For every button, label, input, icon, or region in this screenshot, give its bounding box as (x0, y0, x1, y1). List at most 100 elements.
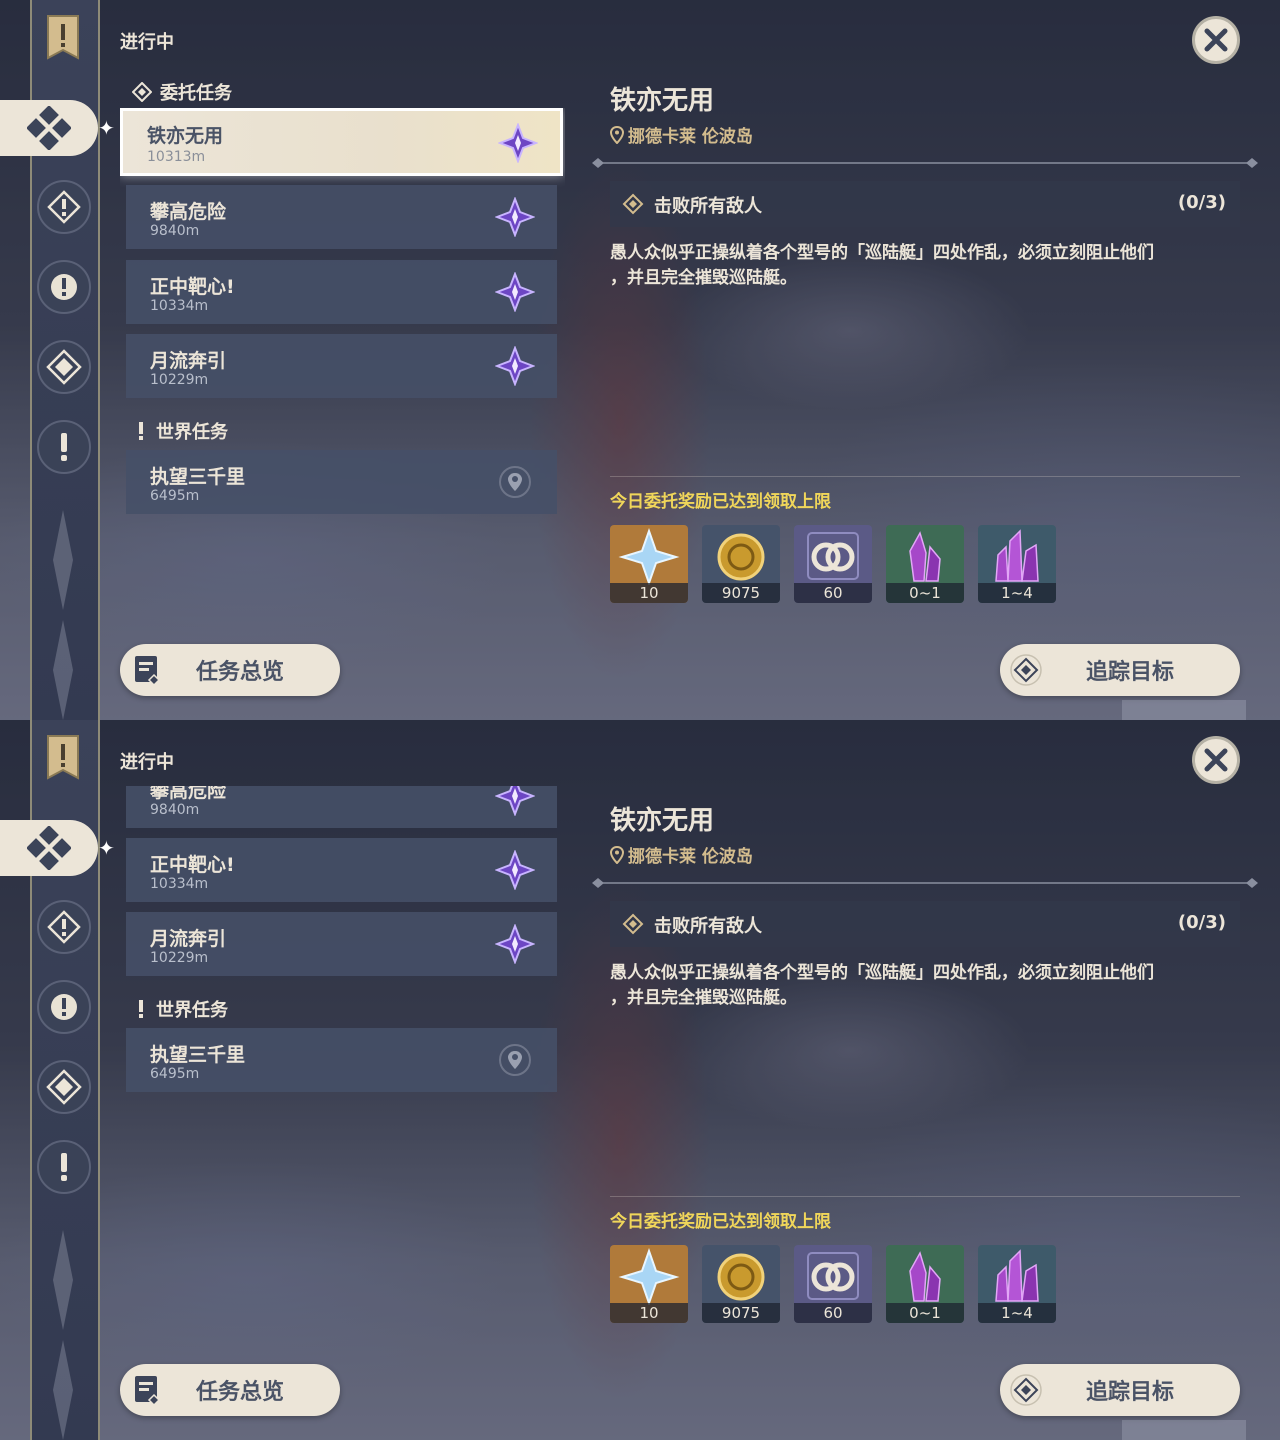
quest-name: 铁亦无用 (147, 125, 224, 147)
quest-detail-title: 铁亦无用 (610, 86, 715, 116)
archon-quest-tab[interactable] (37, 900, 91, 954)
reward-mora[interactable]: 9075 (702, 525, 780, 603)
close-button[interactable] (1192, 736, 1240, 784)
quest-item[interactable]: 正中靶心! 10334m (126, 838, 557, 902)
event-quest-tab[interactable] (37, 1060, 91, 1114)
story-quest-tab[interactable] (37, 980, 91, 1034)
companionship-exp-icon (807, 532, 859, 580)
quest-item-world[interactable]: 执望三千里 6495m (126, 1028, 557, 1092)
status-heading: 进行中 (120, 752, 174, 773)
world-quest-icon (61, 433, 67, 461)
quest-overview-button[interactable]: 任务总览 (120, 644, 340, 696)
reward-count: 60 (794, 1303, 872, 1323)
world-quest-icon (61, 1153, 67, 1181)
world-quest-tab[interactable] (37, 420, 91, 474)
archon-quest-tab[interactable] (37, 180, 91, 234)
quest-name: 月流奔引 (150, 928, 227, 950)
objective-bar: 击败所有敌人 (0/3) (610, 901, 1240, 947)
exclamation-icon (51, 274, 77, 300)
reward-divider (610, 1196, 1240, 1197)
reward-count: 10 (610, 1303, 688, 1323)
quest-distance: 10229m (150, 372, 209, 388)
section-world-label: 世界任务 (156, 1000, 228, 1021)
quest-description-line: ，并且完全摧毁巡陆艇。 (610, 988, 797, 1008)
quest-name: 攀高危险 (150, 201, 227, 223)
section-world: 世界任务 (134, 996, 228, 1022)
quest-log-icon (135, 656, 161, 687)
commission-star-icon (495, 272, 535, 312)
sparkle-icon: ✦ (98, 836, 115, 860)
archon-quest-icon (47, 910, 81, 944)
diamond-star-icon (46, 349, 82, 385)
reward-crystal-cluster[interactable]: 1~4 (978, 1245, 1056, 1323)
overlay-strip (1122, 700, 1246, 720)
quest-item[interactable]: 月流奔引 10229m (126, 334, 557, 398)
location-pin-icon (610, 125, 624, 144)
commission-star-icon (495, 786, 535, 816)
quest-description-line: ，并且完全摧毁巡陆艇。 (610, 268, 797, 288)
commission-star-icon (498, 123, 538, 163)
quest-overview-button[interactable]: 任务总览 (120, 1364, 340, 1416)
quest-name: 执望三千里 (150, 466, 246, 488)
reward-crystal-ore[interactable]: 0~1 (886, 525, 964, 603)
archon-quest-icon (47, 190, 81, 224)
objective-text: 击败所有敌人 (654, 916, 762, 937)
reward-primogem[interactable]: 10 (610, 1245, 688, 1323)
quest-list: 铁亦无用 10313m 攀高危险 9840m 正中靶心! 10334m 月流奔引… (120, 108, 565, 528)
crystal-cluster-icon (995, 529, 1039, 582)
quest-item[interactable]: 月流奔引 10229m (126, 912, 557, 976)
quest-panel-top: ✦ 进行中 委托任务 铁亦无用 10313m 攀高危险 9840m 正中靶心! … (0, 0, 1280, 720)
quest-description: 愚人众似乎正操纵着各个型号的「巡陆艇」四处作乱，必须立刻阻止他们 ，并且完全摧毁… (610, 961, 1240, 1011)
commission-star-icon (495, 850, 535, 890)
event-quest-tab[interactable] (37, 340, 91, 394)
reward-count: 9075 (702, 1303, 780, 1323)
quest-banner-icon[interactable] (46, 14, 80, 60)
quest-item[interactable]: 攀高危险 9840m (126, 786, 557, 828)
reward-primogem[interactable]: 10 (610, 525, 688, 603)
reward-limit-note: 今日委托奖励已达到领取上限 (610, 1212, 831, 1232)
quest-distance: 10313m (147, 149, 206, 165)
world-quest-tab[interactable] (37, 1140, 91, 1194)
track-target-button[interactable]: 追踪目标 (1000, 644, 1240, 696)
track-target-label: 追踪目标 (1086, 660, 1175, 685)
reward-crystal-cluster[interactable]: 1~4 (978, 525, 1056, 603)
quest-banner-icon[interactable] (46, 734, 80, 780)
commission-tab-active[interactable] (0, 100, 98, 156)
quest-distance: 10334m (150, 876, 209, 892)
commission-diamond-icon (132, 82, 152, 102)
track-target-button[interactable]: 追踪目标 (1000, 1364, 1240, 1416)
objective-text: 击败所有敌人 (654, 196, 762, 217)
reward-companionship[interactable]: 60 (794, 525, 872, 603)
reward-crystal-ore[interactable]: 0~1 (886, 1245, 964, 1323)
reward-count: 9075 (702, 583, 780, 603)
close-button[interactable] (1192, 16, 1240, 64)
commission-star-icon (495, 197, 535, 237)
quest-item-selected[interactable]: 铁亦无用 10313m (120, 108, 563, 176)
quest-log-icon (135, 1376, 161, 1407)
quest-name: 月流奔引 (150, 350, 227, 372)
track-diamond-icon (1010, 654, 1042, 686)
section-world: 世界任务 (134, 418, 228, 444)
close-icon (1204, 748, 1228, 772)
quest-item-world[interactable]: 执望三千里 6495m (126, 450, 557, 514)
story-quest-tab[interactable] (37, 260, 91, 314)
quest-description-line: 愚人众似乎正操纵着各个型号的「巡陆艇」四处作乱，必须立刻阻止他们 (610, 243, 1154, 263)
location-pin-icon (610, 845, 624, 864)
companionship-exp-icon (807, 1252, 859, 1300)
quest-item[interactable]: 正中靶心! 10334m (126, 260, 557, 324)
quest-item[interactable]: 攀高危险 9840m (126, 185, 557, 249)
reward-count: 0~1 (886, 1303, 964, 1323)
reward-count: 1~4 (978, 583, 1056, 603)
quest-list-scrolled: 攀高危险 9840m 正中靶心! 10334m 月流奔引 10229m 执望三千… (120, 786, 565, 1166)
quest-location-text: 挪德卡莱 伦波岛 (628, 127, 753, 147)
diamond-star-icon (46, 1069, 82, 1105)
quest-distance: 9840m (150, 223, 200, 239)
location-pin-icon (499, 466, 531, 498)
rail-ornament-icon (53, 1230, 73, 1440)
commission-tab-active[interactable] (0, 820, 98, 876)
world-quest-exclaim-icon (139, 422, 143, 440)
reward-companionship[interactable]: 60 (794, 1245, 872, 1323)
ornament-divider (592, 158, 1258, 168)
reward-divider (610, 476, 1240, 477)
reward-mora[interactable]: 9075 (702, 1245, 780, 1323)
